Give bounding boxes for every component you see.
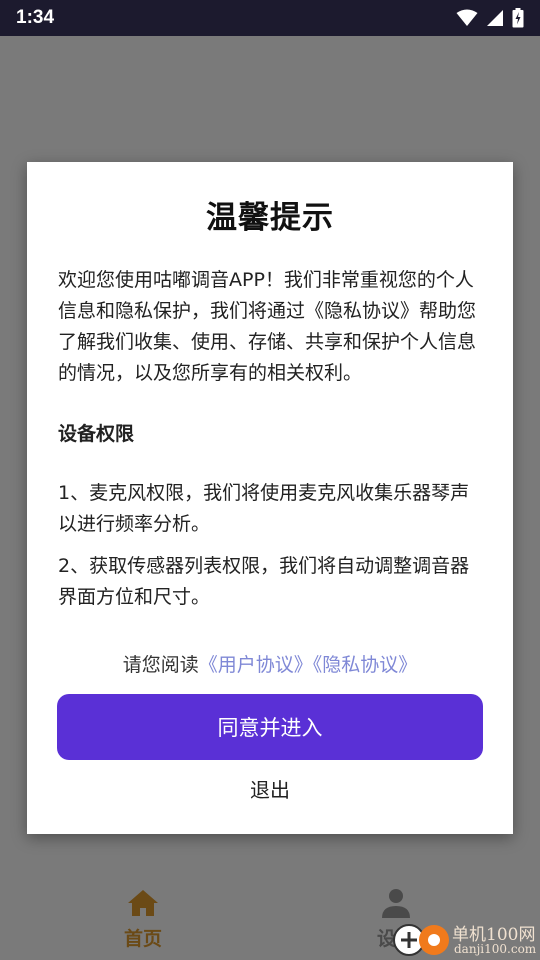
agree-and-enter-button[interactable]: 同意并进入 <box>57 694 483 760</box>
person-icon <box>382 889 410 918</box>
dialog-body: 欢迎您使用咕嘟调音APP！我们非常重视您的个人信息和隐私保护，我们将通过《隐私协… <box>58 265 482 613</box>
nav-item-home[interactable]: 首页 <box>83 888 203 951</box>
privacy-dialog: 温馨提示 欢迎您使用咕嘟调音APP！我们非常重视您的个人信息和隐私保护，我们将通… <box>27 162 513 834</box>
privacy-policy-link[interactable]: 《隐私协议》 <box>313 654 418 676</box>
wifi-icon <box>456 9 478 26</box>
status-icons <box>456 8 524 28</box>
watermark-url: danji100.com <box>454 942 537 956</box>
intro-paragraph: 欢迎您使用咕嘟调音APP！我们非常重视您的个人信息和隐私保护，我们将通过《隐私协… <box>58 269 477 384</box>
dialog-title: 温馨提示 <box>206 200 334 236</box>
watermark-logo: 单机100网 danji100.com <box>392 918 540 960</box>
exit-button[interactable]: 退出 <box>27 774 513 803</box>
section-heading-permissions: 设备权限 <box>58 423 135 445</box>
battery-icon <box>512 8 524 28</box>
status-bar: 1:34 <box>0 0 540 36</box>
read-agreements-row: 请您阅读《用户协议》《隐私协议》 <box>27 650 513 677</box>
permission-sensors: 2、获取传感器列表权限，我们将自动调整调音器界面方位和尺寸。 <box>58 555 470 608</box>
home-icon <box>128 890 158 916</box>
permission-microphone: 1、麦克风权限，我们将使用麦克风收集乐器琴声以进行频率分析。 <box>58 482 470 535</box>
status-time: 1:34 <box>16 7 55 28</box>
read-prefix: 请您阅读 <box>122 654 199 676</box>
nav-label-home: 首页 <box>123 928 162 950</box>
signal-icon <box>487 10 503 26</box>
watermark-logo-icon <box>393 924 449 956</box>
user-agreement-link[interactable]: 《用户协议》 <box>199 654 313 676</box>
